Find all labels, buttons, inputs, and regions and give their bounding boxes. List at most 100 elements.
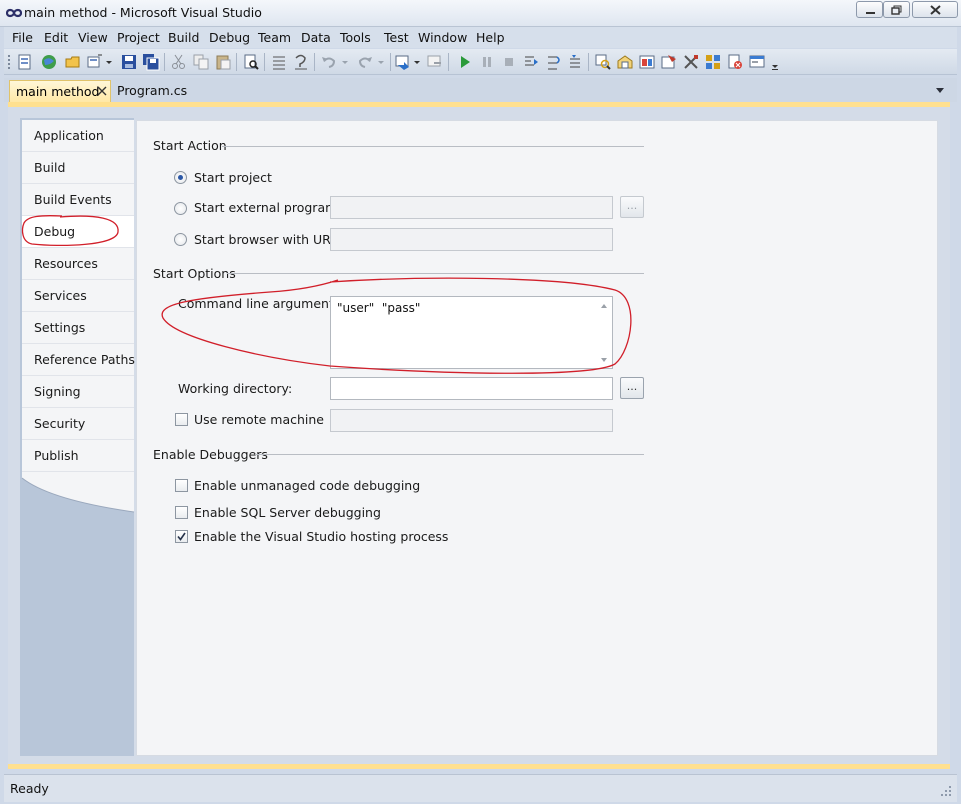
scroll-down-icon[interactable] [601,358,607,362]
object-browser-icon[interactable] [660,53,678,71]
add-item-dropdown-icon[interactable] [104,53,114,71]
cut-icon[interactable] [170,53,188,71]
nav-item-build[interactable]: Build [22,152,134,184]
redo-icon[interactable] [356,53,374,71]
enable-sql-debugging-checkbox[interactable] [175,506,188,519]
maximize-button[interactable] [883,1,910,18]
start-project-radio[interactable] [174,171,187,184]
menu-file[interactable]: File [12,30,33,45]
add-item-icon[interactable] [86,53,104,71]
nav-item-publish[interactable]: Publish [22,440,134,472]
active-files-dropdown-icon[interactable] [935,88,945,94]
working-directory-label: Working directory: [178,381,293,396]
resize-grip-icon[interactable] [937,782,953,798]
command-line-arguments-textarea[interactable]: "user" "pass" [330,296,613,369]
start-external-program-radio[interactable] [174,202,187,215]
nav-item-label: Application [34,128,104,143]
undo-dropdown-icon[interactable] [340,53,350,71]
properties-window-icon[interactable] [638,53,656,71]
comment-lines-icon[interactable] [270,53,288,71]
class-view-icon[interactable] [704,53,722,71]
nav-item-settings[interactable]: Settings [22,312,134,344]
external-program-field[interactable] [330,196,613,219]
status-bar: Ready [4,774,957,802]
minimize-button[interactable] [856,1,883,18]
browse-working-directory-button[interactable]: ... [620,377,644,399]
nav-item-resources[interactable]: Resources [22,248,134,280]
toolbar-separator [236,53,237,71]
nav-item-label: Debug [34,224,76,239]
stop-debugging-icon[interactable] [500,53,518,71]
toolbar-options-icon[interactable] [770,53,780,71]
nav-item-debug[interactable]: Debug [22,216,134,248]
start-browser-url-radio[interactable] [174,233,187,246]
error-list-icon[interactable] [726,53,744,71]
nav-item-reference-paths[interactable]: Reference Paths [22,344,135,376]
nav-item-build-events[interactable]: Build Events [22,184,134,216]
undo-icon[interactable] [320,53,338,71]
start-page-icon[interactable] [748,53,766,71]
menu-project[interactable]: Project [117,30,160,45]
nav-item-signing[interactable]: Signing [22,376,134,408]
working-directory-field[interactable] [330,377,613,400]
use-remote-machine-checkbox[interactable] [175,413,188,426]
menu-build[interactable]: Build [168,30,199,45]
menu-data[interactable]: Data [301,30,331,45]
close-tab-icon[interactable] [96,84,108,98]
enable-hosting-process-label: Enable the Visual Studio hosting process [194,529,449,544]
find-symbol-icon[interactable] [594,53,612,71]
nav-item-label: Build Events [34,192,112,207]
nav-item-security[interactable]: Security [22,408,134,440]
menu-help[interactable]: Help [476,30,505,45]
navigate-backward-icon[interactable] [394,53,412,71]
browser-url-field[interactable] [330,228,613,251]
start-debugging-icon[interactable] [456,53,474,71]
nav-item-label: Reference Paths [34,352,135,367]
step-into-icon[interactable] [522,53,540,71]
solution-explorer-icon[interactable] [616,53,634,71]
close-icon [930,5,941,15]
redo-dropdown-icon[interactable] [376,53,386,71]
enable-unmanaged-debugging-checkbox[interactable] [175,479,188,492]
new-project-icon[interactable] [16,53,34,71]
new-web-site-icon[interactable] [40,53,58,71]
textarea-scrollbar[interactable] [600,303,608,363]
menu-debug[interactable]: Debug [209,30,250,45]
toolbar-separator [448,53,449,71]
section-divider [222,146,644,147]
close-window-button[interactable] [912,1,958,18]
menu-view[interactable]: View [78,30,108,45]
browse-external-program-button[interactable]: ... [620,196,644,218]
remote-machine-field[interactable] [330,409,613,432]
paste-icon[interactable] [214,53,232,71]
menu-tools[interactable]: Tools [340,30,371,45]
navigate-dropdown-icon[interactable] [412,53,422,71]
open-file-icon[interactable] [64,53,82,71]
find-in-files-icon[interactable] [242,53,260,71]
restore-icon [891,5,902,15]
menu-window[interactable]: Window [418,30,467,45]
nav-item-application[interactable]: Application [22,120,134,152]
tab-main-method[interactable]: main method [9,80,111,102]
nav-item-services[interactable]: Services [22,280,134,312]
uncomment-lines-icon[interactable] [292,53,310,71]
menu-team[interactable]: Team [258,30,291,45]
enable-hosting-process-checkbox[interactable] [175,530,188,543]
checkmark-icon [177,532,186,541]
menu-test[interactable]: Test [384,30,409,45]
save-icon[interactable] [120,53,138,71]
title-bar: main method - Microsoft Visual Studio [0,0,961,27]
window-title: main method - Microsoft Visual Studio [24,5,262,20]
scroll-up-icon[interactable] [601,304,607,308]
break-all-icon[interactable] [478,53,496,71]
navigate-forward-icon[interactable] [426,53,444,71]
copy-icon[interactable] [192,53,210,71]
nav-item-label: Build [34,160,66,175]
step-over-icon[interactable] [544,53,562,71]
save-all-icon[interactable] [142,53,160,71]
step-out-icon[interactable] [566,53,584,71]
toolbar-separator [588,53,589,71]
menu-edit[interactable]: Edit [44,30,68,45]
toolbox-icon[interactable] [682,53,700,71]
tab-program-cs[interactable]: Program.cs [117,83,187,98]
